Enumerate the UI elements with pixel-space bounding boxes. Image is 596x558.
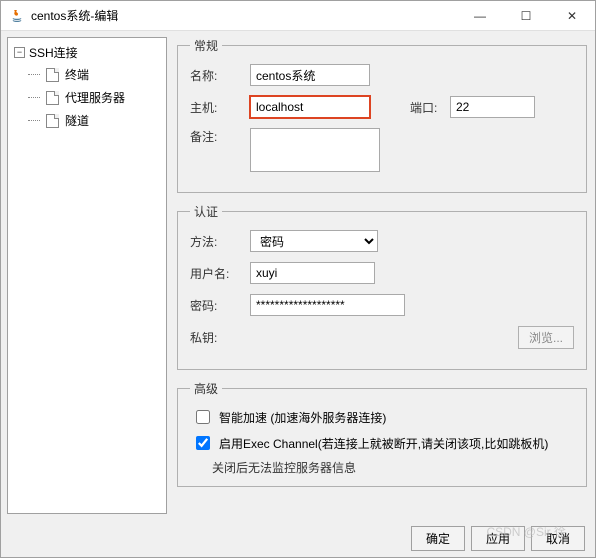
exec-channel-row: 启用Exec Channel(若连接上就被断开,请关闭该项,比如跳板机) — [192, 433, 574, 453]
tree-item-label: 终端 — [65, 66, 89, 83]
password-label: 密码: — [190, 297, 250, 314]
smart-accel-label: 智能加速 (加速海外服务器连接) — [219, 409, 386, 426]
content-pane: 常规 名称: 主机: 端口: 备注: 认证 — [167, 31, 595, 520]
auth-group: 认证 方法: 密码 用户名: 密码: 私钥: 浏览... — [177, 203, 587, 370]
tree-root-label: SSH连接 — [29, 44, 78, 61]
smart-accel-row: 智能加速 (加速海外服务器连接) — [192, 407, 574, 427]
auth-legend: 认证 — [190, 203, 222, 220]
java-app-icon — [9, 8, 25, 24]
general-group: 常规 名称: 主机: 端口: 备注: — [177, 37, 587, 193]
sidebar-tree: − SSH连接 终端 代理服务器 隧道 — [7, 37, 167, 514]
smart-accel-checkbox[interactable] — [196, 410, 210, 424]
dialog-body: − SSH连接 终端 代理服务器 隧道 — [1, 31, 595, 520]
document-icon — [46, 68, 59, 82]
collapse-icon[interactable]: − — [14, 47, 25, 58]
document-icon — [46, 114, 59, 128]
name-label: 名称: — [190, 67, 250, 84]
tree-item-terminal[interactable]: 终端 — [22, 63, 166, 86]
tree-item-tunnel[interactable]: 隧道 — [22, 109, 166, 132]
password-input[interactable] — [250, 294, 405, 316]
advanced-group: 高级 智能加速 (加速海外服务器连接) 启用Exec Channel(若连接上就… — [177, 380, 587, 487]
method-select[interactable]: 密码 — [250, 230, 378, 252]
advanced-legend: 高级 — [190, 380, 222, 397]
maximize-button[interactable]: ☐ — [503, 1, 549, 31]
general-legend: 常规 — [190, 37, 222, 54]
host-input[interactable] — [250, 96, 370, 118]
privatekey-label: 私钥: — [190, 329, 250, 346]
window-title: centos系统-编辑 — [31, 7, 457, 24]
exec-channel-checkbox[interactable] — [196, 436, 210, 450]
dialog-window: centos系统-编辑 — ☐ ✕ − SSH连接 终端 代理服务器 — [0, 0, 596, 558]
note-label: 备注: — [190, 128, 250, 145]
host-label: 主机: — [190, 99, 250, 116]
method-label: 方法: — [190, 233, 250, 250]
cancel-button[interactable]: 取消 — [531, 526, 585, 551]
ok-button[interactable]: 确定 — [411, 526, 465, 551]
title-bar: centos系统-编辑 — ☐ ✕ — [1, 1, 595, 31]
exec-channel-label: 启用Exec Channel(若连接上就被断开,请关闭该项,比如跳板机) — [219, 435, 548, 452]
tree-item-label: 隧道 — [65, 112, 89, 129]
username-input[interactable] — [250, 262, 375, 284]
minimize-button[interactable]: — — [457, 1, 503, 31]
note-textarea[interactable] — [250, 128, 380, 172]
close-button[interactable]: ✕ — [549, 1, 595, 31]
tree-item-proxy[interactable]: 代理服务器 — [22, 86, 166, 109]
username-label: 用户名: — [190, 265, 250, 282]
port-label: 端口: — [410, 99, 450, 116]
apply-button[interactable]: 应用 — [471, 526, 525, 551]
name-input[interactable] — [250, 64, 370, 86]
dialog-footer: 确定 应用 取消 — [1, 520, 595, 557]
browse-button[interactable]: 浏览... — [518, 326, 574, 349]
tree-item-label: 代理服务器 — [65, 89, 125, 106]
tree-root-ssh[interactable]: − SSH连接 — [8, 42, 166, 63]
port-input[interactable] — [450, 96, 535, 118]
exec-channel-note: 关闭后无法监控服务器信息 — [212, 459, 574, 476]
document-icon — [46, 91, 59, 105]
